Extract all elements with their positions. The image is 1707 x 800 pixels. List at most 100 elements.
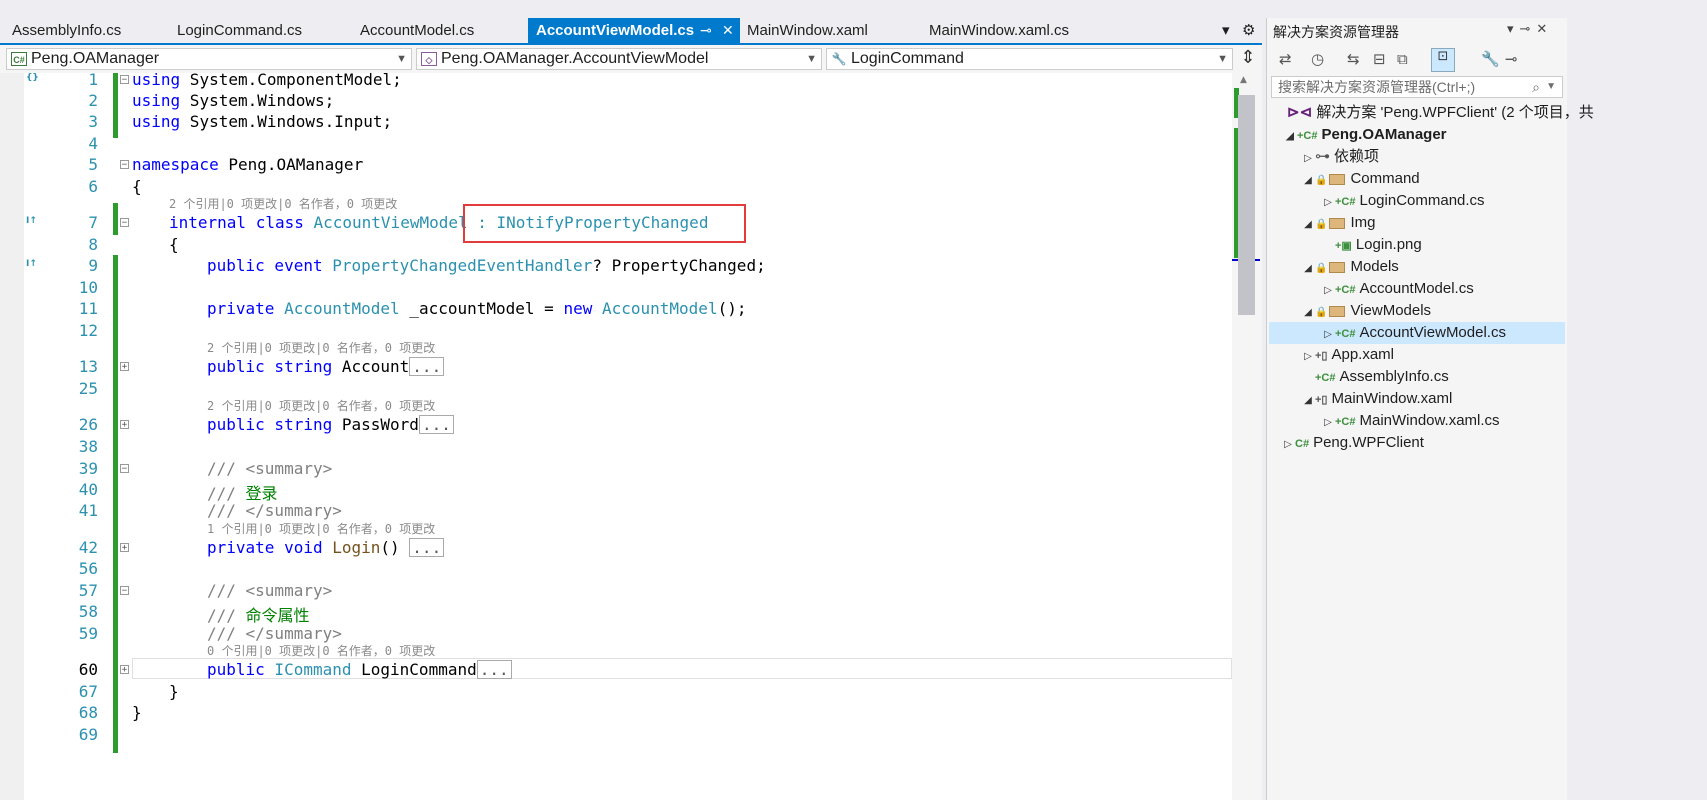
change-bar bbox=[113, 255, 118, 753]
tab-logincommand[interactable]: LoginCommand.cs bbox=[165, 18, 348, 43]
collapsed-arrow-icon[interactable]: ▷ bbox=[1321, 324, 1335, 346]
type-dropdown[interactable]: ◇ Peng.OAManager.AccountViewModel ▼ bbox=[416, 48, 822, 70]
line-number: 60 bbox=[78, 660, 98, 679]
code-line: using System.Windows; bbox=[132, 91, 335, 110]
expanded-arrow-icon[interactable]: ◢ bbox=[1301, 170, 1315, 192]
scrollbar-thumb[interactable] bbox=[1238, 95, 1255, 315]
line-number: 9 bbox=[88, 256, 98, 275]
code-line: public event PropertyChangedEventHandler… bbox=[207, 256, 766, 275]
collapse-toggle[interactable]: − bbox=[120, 75, 129, 85]
tree-node-solution[interactable]: ⊳⊲ 解决方案 'Peng.WPFClient' (2 个项目，共 bbox=[1287, 102, 1594, 124]
scroll-up-icon[interactable]: ▲ bbox=[1240, 75, 1247, 85]
tree-node-file-selected[interactable]: ▷ +C# AccountViewModel.cs bbox=[1269, 322, 1565, 344]
show-all-files-icon[interactable]: ⧉ bbox=[1397, 50, 1408, 68]
code-editor[interactable]: {} I↑ I↑ 1 2 3 4 5 6 7 8 9 10 11 12 13 2… bbox=[0, 70, 1262, 800]
expanded-arrow-icon[interactable]: ◢ bbox=[1301, 302, 1315, 324]
collapse-all-icon[interactable]: ⊟ bbox=[1373, 50, 1386, 68]
expand-toggle[interactable]: + bbox=[120, 543, 129, 553]
implements-icon[interactable]: I↑ bbox=[26, 259, 42, 271]
tree-node-file[interactable]: ▷ +C# AccountModel.cs bbox=[1321, 278, 1474, 300]
solution-explorer-toolbar: ⇄ ◷ ⇆ ⊟ ⧉ ⊡ 🔧 ⊸ bbox=[1267, 46, 1567, 76]
expand-toggle[interactable]: + bbox=[120, 362, 129, 372]
pin-icon[interactable]: ⊸ bbox=[700, 18, 712, 43]
expand-toggle[interactable]: + bbox=[120, 665, 129, 675]
tree-node-label: Login.png bbox=[1355, 236, 1422, 253]
collapsed-arrow-icon[interactable]: ▷ bbox=[1321, 280, 1335, 302]
collapsed-region[interactable]: ... bbox=[409, 538, 445, 557]
gear-icon[interactable]: ⚙ bbox=[1242, 18, 1260, 43]
line-number: 58 bbox=[78, 602, 98, 621]
lock-icon: 🔒 bbox=[1315, 307, 1328, 318]
tree-node-dependencies[interactable]: ▷ ⊶ 依赖项 bbox=[1301, 146, 1379, 168]
project-dropdown[interactable]: C# Peng.OAManager ▼ bbox=[6, 48, 412, 70]
line-number: 41 bbox=[78, 501, 98, 520]
collapsed-arrow-icon[interactable]: ▷ bbox=[1281, 434, 1295, 456]
collapsed-arrow-icon[interactable]: ▷ bbox=[1301, 346, 1315, 368]
tree-node-file[interactable]: +▣ Login.png bbox=[1335, 234, 1422, 256]
tab-mainwindow-xaml-cs[interactable]: MainWindow.xaml.cs bbox=[922, 18, 1122, 43]
change-bar bbox=[113, 73, 118, 138]
tree-node-project[interactable]: ▷ C# Peng.WPFClient bbox=[1281, 432, 1424, 454]
expanded-arrow-icon[interactable]: ◢ bbox=[1283, 126, 1297, 148]
line-number: 38 bbox=[78, 437, 98, 456]
codelens-references[interactable]: 2 个引用|0 项更改|0 名作者，0 项更改 bbox=[207, 397, 435, 414]
collapsed-region[interactable]: ... bbox=[418, 415, 454, 434]
expanded-arrow-icon[interactable]: ◢ bbox=[1301, 390, 1315, 412]
collapsed-region[interactable]: ... bbox=[476, 660, 512, 679]
code-line: public ICommand LoginCommand... bbox=[207, 660, 512, 679]
lock-icon: 🔒 bbox=[1315, 175, 1328, 186]
tab-assemblyinfo[interactable]: AssemblyInfo.cs bbox=[0, 18, 165, 43]
tree-node-folder[interactable]: ◢ 🔒 Command bbox=[1301, 168, 1420, 190]
collapse-toggle[interactable]: − bbox=[120, 160, 129, 170]
tree-node-label: MainWindow.xaml bbox=[1331, 390, 1453, 407]
expanded-arrow-icon[interactable]: ◢ bbox=[1301, 214, 1315, 236]
settings-icon[interactable]: ⊸ bbox=[1505, 50, 1518, 68]
expand-toggle[interactable]: + bbox=[120, 420, 129, 430]
collapse-toggle[interactable]: − bbox=[120, 464, 129, 474]
collapsed-arrow-icon[interactable]: ▷ bbox=[1321, 412, 1335, 434]
collapsed-region[interactable]: ... bbox=[409, 357, 445, 376]
collapsed-arrow-icon[interactable]: ▷ bbox=[1301, 148, 1315, 170]
csharp-file-icon: +C# bbox=[1315, 372, 1336, 384]
collapse-toggle[interactable]: − bbox=[120, 218, 129, 228]
collapse-toggle[interactable]: − bbox=[120, 586, 129, 596]
code-line: using System.Windows.Input; bbox=[132, 112, 393, 131]
tree-node-file[interactable]: ▷ +C# LoginCommand.cs bbox=[1321, 190, 1484, 214]
search-input[interactable]: 搜索解决方案资源管理器(Ctrl+;) ⌕ ▼ bbox=[1271, 76, 1563, 98]
refresh-icon[interactable]: ⇆ bbox=[1347, 50, 1360, 68]
expanded-arrow-icon[interactable]: ◢ bbox=[1301, 258, 1315, 280]
tab-mainwindow-xaml[interactable]: MainWindow.xaml bbox=[740, 18, 922, 43]
solution-explorer: 解决方案资源管理器 ▾⊸✕ ⇄ ◷ ⇆ ⊟ ⧉ ⊡ 🔧 ⊸ 搜索解决方案资源管理… bbox=[1266, 18, 1594, 800]
tab-accountmodel[interactable]: AccountModel.cs bbox=[348, 18, 528, 43]
tree-node-file[interactable]: ▷ +▯ App.xaml bbox=[1301, 344, 1394, 366]
tree-node-folder[interactable]: ◢ 🔒 ViewModels bbox=[1301, 300, 1431, 322]
codelens-references[interactable]: 1 个引用|0 项更改|0 名作者，0 项更改 bbox=[207, 520, 435, 537]
tree-node-folder[interactable]: ◢ 🔒 Img bbox=[1301, 212, 1375, 234]
panel-window-controls[interactable]: ▾⊸✕ bbox=[1507, 22, 1553, 37]
tree-node-file[interactable]: +C# AssemblyInfo.cs bbox=[1315, 366, 1449, 388]
split-editor-icon[interactable]: ⇕ bbox=[1237, 47, 1259, 69]
codelens-references[interactable]: 2 个引用|0 项更改|0 名作者，0 项更改 bbox=[207, 339, 435, 356]
tree-node-file[interactable]: ◢ +▯ MainWindow.xaml bbox=[1301, 388, 1452, 410]
tree-node-file[interactable]: ▷ +C# MainWindow.xaml.cs bbox=[1321, 410, 1499, 434]
history-icon[interactable]: ◷ bbox=[1311, 50, 1324, 68]
lock-icon: 🔒 bbox=[1315, 219, 1328, 230]
chevron-down-icon[interactable]: ▼ bbox=[1546, 77, 1556, 97]
preview-icon[interactable]: ⊡ bbox=[1431, 48, 1455, 72]
codelens-references[interactable]: 2 个引用|0 项更改|0 名作者，0 项更改 bbox=[169, 195, 397, 212]
search-icon[interactable]: ⌕ bbox=[1532, 77, 1540, 97]
sync-icon[interactable]: ⇄ bbox=[1279, 50, 1292, 68]
project-dropdown-label: Peng.OAManager bbox=[31, 50, 160, 67]
dependencies-icon: ⊶ bbox=[1315, 148, 1330, 165]
member-dropdown[interactable]: 🔧 LoginCommand ▼ bbox=[826, 48, 1233, 70]
tab-accountviewmodel[interactable]: AccountViewModel.cs ⊸ ✕ bbox=[528, 18, 740, 43]
tree-node-label: AssemblyInfo.cs bbox=[1339, 368, 1449, 385]
tab-overflow-icon[interactable]: ▾ bbox=[1222, 18, 1240, 43]
codelens-references[interactable]: 0 个引用|0 项更改|0 名作者，0 项更改 bbox=[207, 642, 435, 659]
implements-icon[interactable]: I↑ bbox=[26, 216, 42, 228]
close-icon[interactable]: ✕ bbox=[722, 18, 734, 43]
tree-node-folder[interactable]: ◢ 🔒 Models bbox=[1301, 256, 1399, 278]
properties-wrench-icon[interactable]: 🔧 bbox=[1481, 50, 1500, 68]
collapsed-arrow-icon[interactable]: ▷ bbox=[1321, 192, 1335, 214]
tree-node-project[interactable]: ◢ +C# Peng.OAManager bbox=[1283, 124, 1446, 148]
